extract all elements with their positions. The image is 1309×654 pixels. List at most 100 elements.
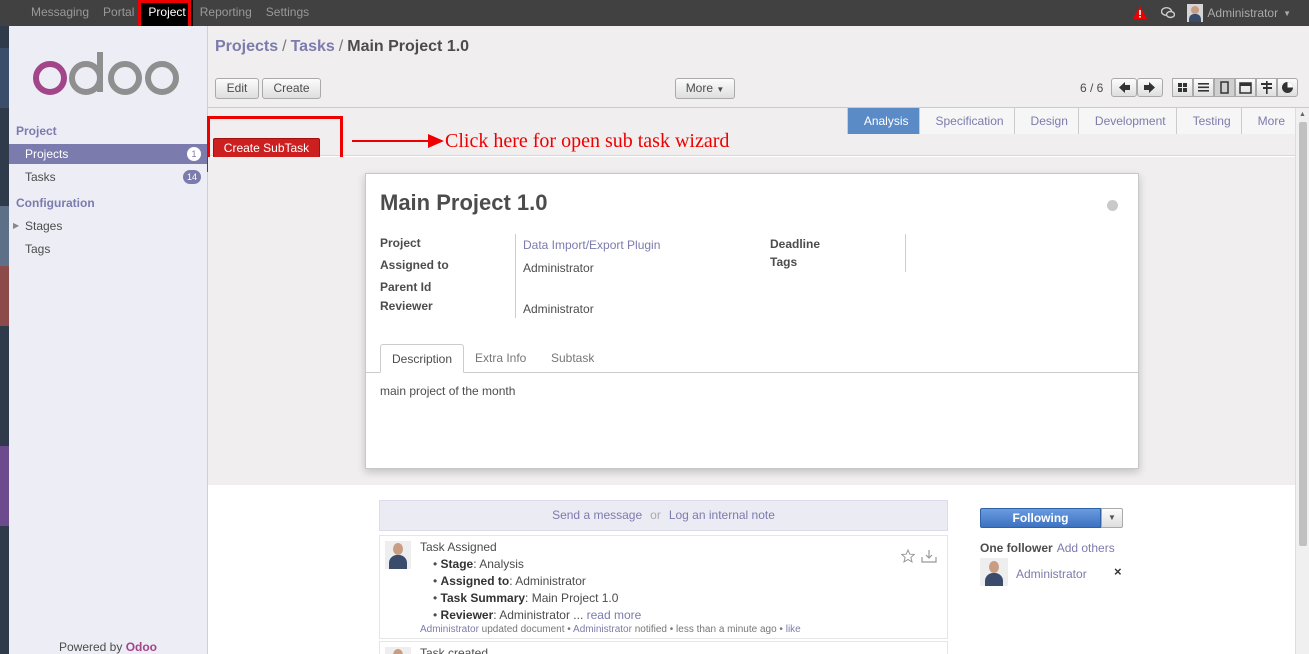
sidebar-item-label: Tags [25, 242, 51, 256]
or-text: or [650, 508, 661, 522]
scrollbar[interactable]: ▲ [1295, 108, 1309, 654]
avatar[interactable] [385, 541, 411, 569]
kanban-state-icon[interactable] [1107, 200, 1118, 211]
stage-development[interactable]: Development [1077, 108, 1176, 134]
odoo-logo[interactable] [31, 50, 183, 100]
followers-count: One follower [980, 541, 1053, 555]
tab-subtask[interactable]: Subtask [540, 344, 605, 373]
assigned-to-value: Administrator [523, 261, 594, 275]
message-line: • Assigned to: Administrator [433, 574, 586, 588]
sidebar-item-projects[interactable]: Projects 1 [9, 144, 207, 164]
like-link[interactable]: like [786, 624, 801, 635]
warning-icon[interactable] [1133, 6, 1148, 20]
follower-name[interactable]: Administrator [1016, 567, 1087, 581]
menu-reporting[interactable]: Reporting [193, 0, 259, 26]
footer-text: updated document • [478, 624, 574, 635]
project-value[interactable]: Data Import/Export Plugin [523, 238, 660, 252]
add-others-link[interactable]: Add others [1057, 541, 1115, 555]
read-more-link[interactable]: read more [587, 608, 642, 622]
user-avatar[interactable] [1187, 4, 1204, 22]
gantt-view-button[interactable] [1256, 78, 1277, 97]
avatar[interactable] [980, 558, 1008, 586]
menu-portal[interactable]: Portal [96, 0, 141, 26]
pager-previous[interactable] [1111, 78, 1137, 97]
line-value: : Administrator ... [493, 608, 584, 622]
count-badge: 14 [182, 170, 201, 184]
menu-settings[interactable]: Settings [259, 0, 316, 26]
stage-more[interactable]: More [1240, 108, 1295, 134]
graph-view-button[interactable] [1277, 78, 1298, 97]
calendar-view-button[interactable] [1235, 78, 1256, 97]
sidebar-item-tasks[interactable]: Tasks 14 [9, 167, 207, 187]
edit-button[interactable]: Edit [215, 78, 259, 99]
breadcrumb: Projects / Tasks / Main Project 1.0 [215, 38, 469, 56]
stage-design[interactable]: Design [1013, 108, 1078, 134]
create-button[interactable]: Create [262, 78, 321, 99]
notified-link[interactable]: Administrator [573, 624, 632, 635]
chat-icon[interactable] [1161, 7, 1176, 19]
scrollbar-thumb[interactable] [1299, 122, 1307, 546]
label-reviewer: Reviewer [380, 299, 433, 313]
line-key: Assigned to [440, 574, 510, 588]
form-view-button[interactable] [1214, 78, 1235, 97]
gantt-icon [1261, 81, 1272, 94]
pager-next[interactable] [1137, 78, 1163, 97]
powered-by-brand[interactable]: Odoo [126, 640, 157, 654]
follow-options-dropdown[interactable]: ▼ [1101, 508, 1123, 528]
more-dropdown[interactable]: More ▼ [675, 78, 735, 99]
line-value: : Analysis [473, 557, 524, 571]
arrow-right-icon [1144, 82, 1155, 93]
control-panel: Projects / Tasks / Main Project 1.0 Edit Cre… [208, 26, 1309, 108]
reviewer-value: Administrator [523, 302, 594, 316]
field-divider [515, 234, 516, 318]
annotation-text: Click here for open sub task wizard [445, 130, 730, 152]
annotation-arrow-head [428, 134, 444, 148]
download-icon[interactable] [921, 549, 937, 563]
kanban-icon [1178, 83, 1187, 92]
list-view-button[interactable] [1193, 78, 1214, 97]
star-icon[interactable] [901, 549, 915, 563]
breadcrumb-separator: / [282, 38, 287, 55]
following-button[interactable]: Following [980, 508, 1101, 528]
breadcrumb-tasks[interactable]: Tasks [291, 38, 335, 55]
count-badge: 1 [187, 147, 201, 161]
label-project: Project [380, 236, 421, 250]
scroll-up-icon[interactable]: ▲ [1299, 111, 1306, 118]
author-link[interactable]: Administrator [420, 624, 479, 635]
sidebar-item-label: Tasks [25, 170, 56, 184]
sidebar-item-stages[interactable]: ▶ Stages [9, 216, 207, 236]
followers-summary: One follower Add others [980, 541, 1115, 555]
description-text: main project of the month [380, 384, 516, 398]
sidebar-item-tags[interactable]: Tags [9, 239, 207, 259]
expand-arrow-icon[interactable]: ▶ [13, 216, 19, 236]
line-key: Stage [440, 557, 474, 571]
arrow-left-icon [1119, 82, 1130, 93]
remove-follower-icon[interactable]: × [1114, 564, 1122, 579]
kanban-view-button[interactable] [1172, 78, 1193, 97]
line-value: : Main Project 1.0 [525, 591, 619, 605]
log-note-link[interactable]: Log an internal note [669, 508, 775, 522]
annotation-arrow-line [352, 140, 430, 142]
chatter-message: Task created [379, 641, 948, 654]
user-menu[interactable]: Administrator [1207, 6, 1278, 20]
breadcrumb-separator: / [338, 38, 344, 55]
caret-down-icon: ▼ [716, 85, 725, 94]
notebook-tabs: Description Extra Info Subtask [366, 344, 1138, 373]
pie-chart-icon [1282, 82, 1293, 93]
message-footer: Administrator updated document • Adminis… [420, 624, 801, 635]
tab-description[interactable]: Description [380, 344, 465, 373]
tab-extra-info[interactable]: Extra Info [464, 344, 537, 373]
send-message-link[interactable]: Send a message [552, 508, 642, 522]
topbar-right: Administrator ▼ [1133, 0, 1291, 26]
sidebar: Project Projects 1 Tasks 14 Configuratio… [9, 26, 208, 654]
form-statusbar: Analysis Specification Design Developmen… [208, 108, 1295, 158]
stage-testing[interactable]: Testing [1175, 108, 1241, 134]
stage-specification[interactable]: Specification [918, 108, 1014, 134]
caret-down-icon[interactable]: ▼ [1283, 9, 1291, 18]
app-strip [0, 26, 9, 654]
avatar[interactable] [385, 647, 411, 654]
menu-messaging[interactable]: Messaging [24, 0, 96, 26]
breadcrumb-projects[interactable]: Projects [215, 38, 278, 55]
message-title: Task created [420, 646, 489, 654]
stage-analysis[interactable]: Analysis [846, 108, 919, 134]
